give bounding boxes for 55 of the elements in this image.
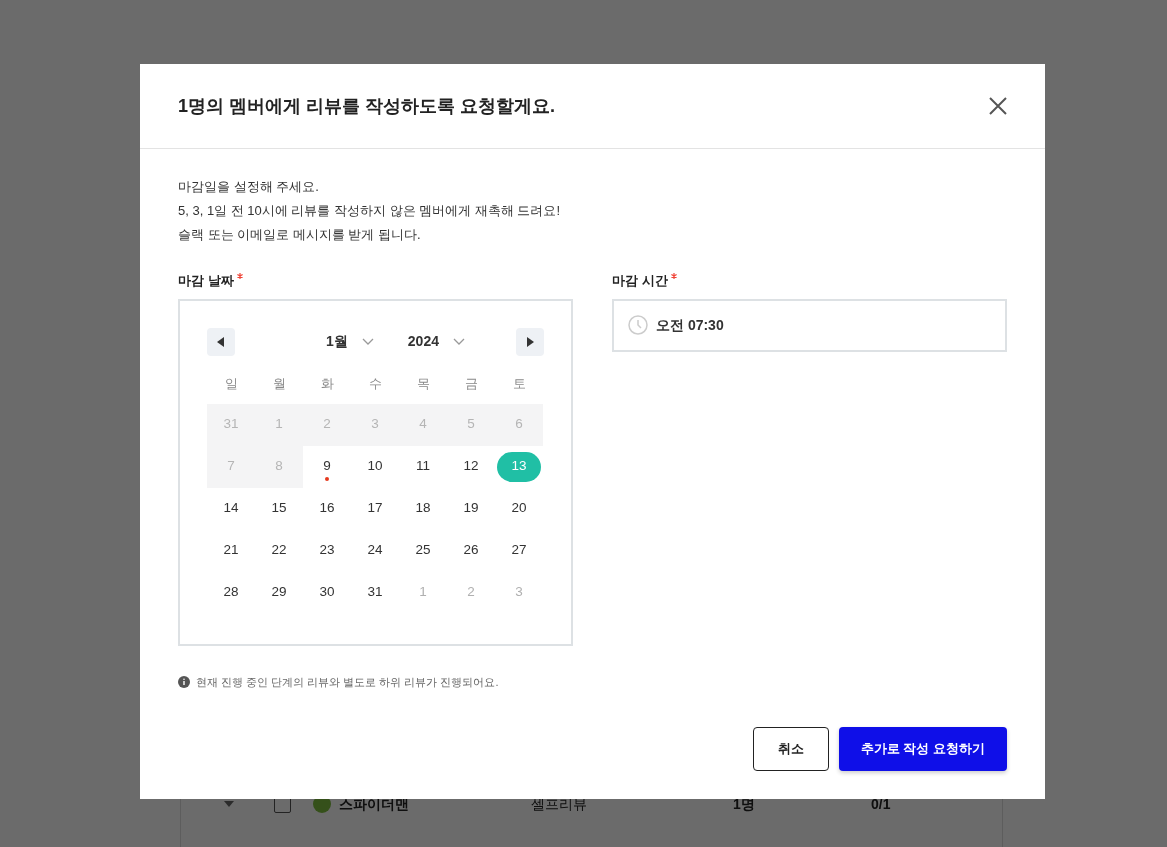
info-note: 현재 진행 중인 단계의 리뷰와 별도로 하위 리뷰가 진행되어요. (196, 674, 499, 690)
year-dropdown[interactable]: 2024 (407, 331, 465, 352)
calendar-day[interactable]: 31 (353, 577, 397, 608)
calendar-day[interactable]: 19 (449, 493, 493, 524)
calendar-day[interactable]: 16 (305, 493, 349, 524)
calendar-day[interactable]: 18 (401, 493, 445, 524)
dialog-title: 1명의 멤버에게 리뷰를 작성하도록 요청할게요. (178, 94, 555, 118)
calendar-day[interactable]: 27 (497, 535, 541, 566)
month-dropdown[interactable]: 1월 (326, 331, 374, 352)
calendar-day[interactable]: 10 (353, 451, 397, 482)
progress-count: 0/1 (871, 794, 891, 814)
weekday-label: 목 (415, 374, 431, 393)
calendar-day[interactable]: 12 (449, 451, 493, 482)
weekday-label: 금 (463, 374, 479, 393)
chevron-down-icon (361, 338, 374, 345)
field-label: 마감 날짜 (178, 273, 234, 288)
weekday-label: 일 (223, 374, 239, 393)
weekday-label: 수 (367, 374, 383, 393)
weekday-label: 화 (319, 374, 335, 393)
intro-text: 5, 3, 1일 전 10시에 리뷰를 작성하지 않은 멤버에게 재촉해 드려요! (178, 202, 562, 220)
calendar-day[interactable]: 23 (305, 535, 349, 566)
calendar-day[interactable]: 9 (305, 451, 349, 482)
cancel-button[interactable]: 취소 (753, 727, 829, 771)
calendar-day[interactable]: 25 (401, 535, 445, 566)
calendar-day[interactable]: 30 (305, 577, 349, 608)
clock-icon (628, 315, 648, 335)
triangle-right-icon (526, 336, 534, 347)
request-button[interactable]: 추가로 작성 요청하기 (839, 727, 1007, 771)
next-month-button[interactable] (516, 327, 544, 356)
calendar-day[interactable]: 20 (497, 493, 541, 524)
calendar-day[interactable]: 24 (353, 535, 397, 566)
chevron-down-icon (452, 338, 465, 345)
close-icon[interactable] (989, 97, 1007, 115)
calendar-day[interactable]: 28 (209, 577, 253, 608)
calendar-day[interactable]: 21 (209, 535, 253, 566)
calendar-day[interactable]: 15 (257, 493, 301, 524)
triangle-left-icon (217, 336, 225, 347)
member-name: 스파이더맨 (339, 794, 410, 814)
weekday-label: 토 (511, 374, 527, 393)
calendar-day[interactable]: 29 (257, 577, 301, 608)
intro-text: 마감일을 설정해 주세요. (178, 178, 320, 196)
intro-text: 슬랙 또는 이메일로 메시지를 받게 됩니다. (178, 226, 422, 244)
weekday-label: 월 (271, 374, 287, 393)
field-label: 마감 시간 (612, 273, 668, 288)
previous-month-button[interactable] (207, 327, 235, 356)
member-count: 1명 (733, 794, 756, 814)
calendar-day[interactable]: 26 (449, 535, 493, 566)
calendar-day[interactable]: 22 (257, 535, 301, 566)
review-type: 셀프리뷰 (531, 794, 588, 814)
info-icon (178, 675, 190, 688)
calendar-day[interactable]: 14 (209, 493, 253, 524)
calendar-day[interactable]: 17 (353, 493, 397, 524)
time-field[interactable]: 오전 07:30 (612, 298, 1007, 352)
calendar-day[interactable]: 11 (401, 451, 445, 482)
caret-icon[interactable] (224, 801, 234, 807)
